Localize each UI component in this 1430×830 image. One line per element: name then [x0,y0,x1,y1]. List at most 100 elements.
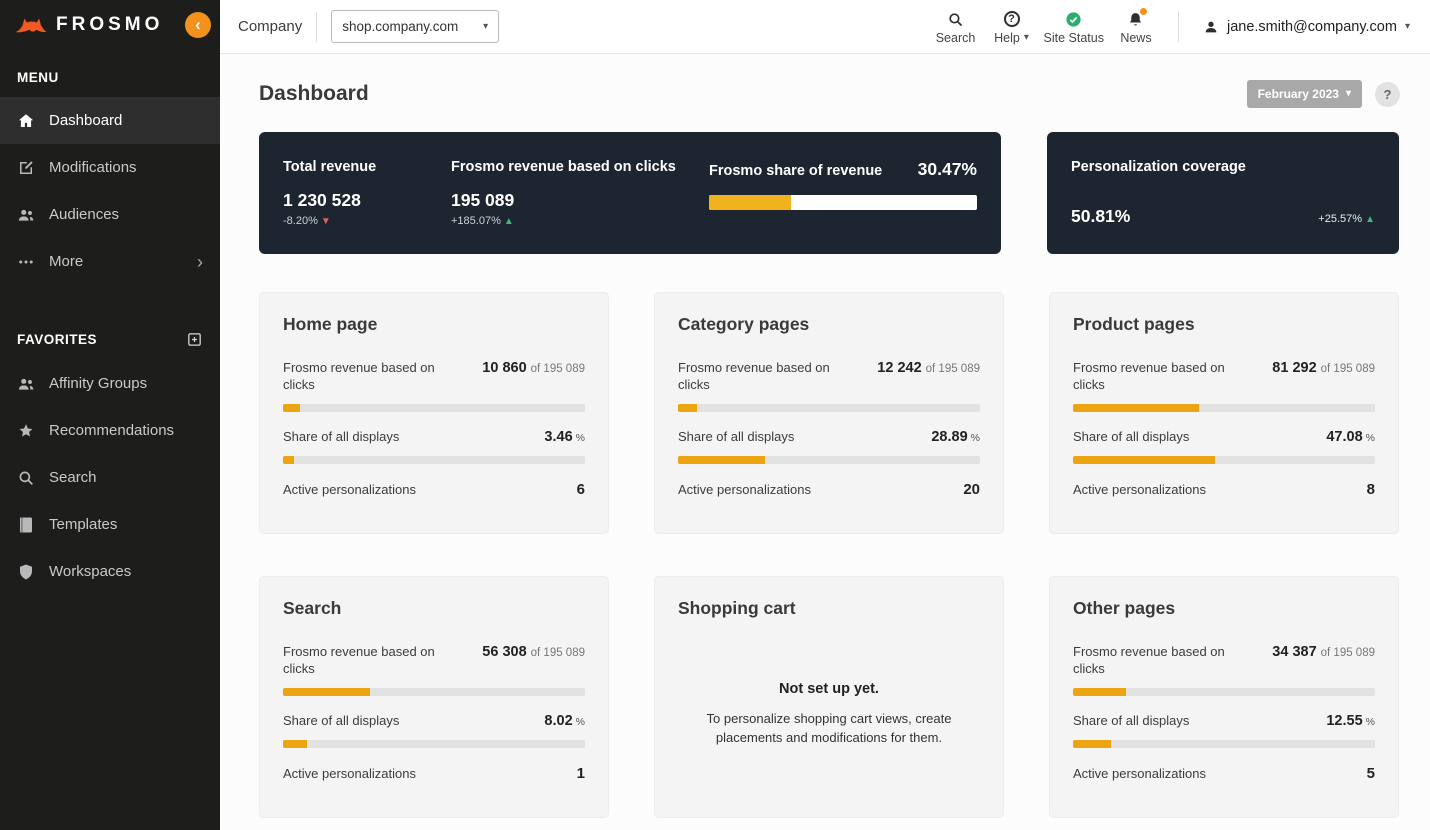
topbar-actions: Search ? Help ▾ Site Status News jane.sm… [928,8,1410,45]
news-label: News [1120,31,1152,45]
share-bar [1073,739,1375,748]
topbar-help-button[interactable]: ? Help ▾ [984,8,1040,45]
arrow-up-icon: ▲ [503,216,514,227]
app: FROSMO ‹ MENU Dashboard Modifications Au… [0,0,1430,830]
share-bar-fill [1073,739,1112,748]
share-metric-label: Share of all displays [283,428,400,444]
active-metric-value: 5 [1366,764,1375,782]
coverage-delta: +25.57% ▲ [1318,213,1375,225]
revenue-metric-label: Frosmo revenue based on clicks [678,360,830,392]
sidebar-item-label: Audiences [49,206,120,223]
sidebar-item-label: Dashboard [49,112,123,129]
card-category-pages: Category pages Frosmo revenue based on c… [654,292,1004,534]
card-title: Search [283,598,342,618]
share-metric-value: 3.46% [544,428,585,445]
arrow-up-icon: ▲ [1365,214,1375,225]
share-metric-label: Share of all displays [283,712,400,728]
menu-heading: MENU [17,70,59,85]
favorites-menu: Affinity Groups Recommendations Search T… [0,360,220,595]
empty-state-title: Not set up yet. [779,681,879,697]
card-title: Category pages [678,314,810,334]
revenue-bar-fill [1073,403,1199,412]
share-bar [283,455,585,464]
share-bar-fill [283,455,294,464]
coverage-label: Personalization coverage [1071,159,1246,175]
revenue-metric-value: 12 242 of 195 089 [877,360,980,376]
share-bar-fill [678,455,766,464]
sidebar-item-more[interactable]: More › [0,238,220,285]
sidebar-item-workspaces[interactable]: Workspaces [0,548,220,595]
favorites-heading: FAVORITES [0,311,220,360]
summary-row: Total revenue 1 230 528 -8.20% ▼ Frosmo … [259,132,1400,254]
share-of-revenue-bar-fill [709,195,791,210]
topbar-divider [316,11,318,42]
sidebar-item-label: More [49,253,84,270]
share-metric-label: Share of all displays [678,428,795,444]
page-help-button[interactable]: ? [1375,81,1400,107]
add-favorite-icon[interactable] [186,331,203,348]
chevron-right-icon: › [197,251,203,272]
sidebar-item-templates[interactable]: Templates [0,501,220,548]
frosmo-revenue-label: Frosmo revenue based on clicks [451,159,676,175]
topbar-site-status-button[interactable]: Site Status [1040,8,1108,45]
sidebar-item-label: Affinity Groups [49,375,148,392]
share-metric-value: 28.89% [931,428,980,445]
chevron-down-icon: ▾ [1023,32,1029,43]
topbar-news-button[interactable]: News [1108,8,1164,45]
page-cards-grid: Home page Frosmo revenue based on clicks… [259,292,1400,818]
active-metric-value: 8 [1366,480,1375,498]
card-other-pages: Other pages Frosmo revenue based on clic… [1049,576,1399,818]
card-title: Shopping cart [678,598,796,618]
period-label: February 2023 [1257,87,1339,101]
search-icon [17,469,35,487]
sidebar-item-audiences[interactable]: Audiences [0,191,220,238]
sidebar-item-affinity-groups[interactable]: Affinity Groups [0,360,220,407]
revenue-metric-label: Frosmo revenue based on clicks [1073,644,1225,676]
search-icon [947,10,964,28]
share-of-revenue-label: Frosmo share of revenue [709,163,883,179]
revenue-bar-fill [1073,687,1127,696]
status-check-icon [1065,10,1082,28]
book-icon [17,516,35,534]
share-bar [678,455,980,464]
share-bar [283,739,585,748]
revenue-metric-label: Frosmo revenue based on clicks [283,644,435,676]
revenue-metric-value: 10 860 of 195 089 [482,360,585,376]
sidebar-item-label: Modifications [49,159,137,176]
share-metric-value: 12.55% [1326,712,1375,729]
total-revenue-delta: -8.20% ▼ [283,215,331,227]
revenue-metric-value: 56 308 of 195 089 [482,644,585,660]
frosmo-logo-text: FROSMO [56,14,164,35]
user-email: jane.smith@company.com [1226,18,1397,35]
revenue-bar [1073,687,1375,696]
total-revenue-label: Total revenue [283,159,377,175]
share-metric-label: Share of all displays [1073,712,1190,728]
sidebar-collapse-button[interactable]: ‹ [185,12,211,38]
sidebar-item-dashboard[interactable]: Dashboard [0,97,220,144]
chevron-down-icon: ▾ [1404,20,1410,32]
user-icon [1203,19,1219,35]
share-of-revenue-bar [709,195,977,210]
topbar-search-button[interactable]: Search [928,8,984,45]
arrow-down-icon: ▼ [320,216,331,227]
card-home-page: Home page Frosmo revenue based on clicks… [259,292,609,534]
user-menu[interactable]: jane.smith@company.com ▾ [1203,19,1410,35]
sidebar-item-modifications[interactable]: Modifications [0,144,220,191]
revenue-bar [283,403,585,412]
site-select[interactable]: shop.company.com ▾ [331,10,500,43]
topbar: Company shop.company.com ▾ Search ? Help… [220,0,1430,54]
frosmo-fox-icon [14,15,48,36]
active-metric-label: Active personalizations [283,765,416,781]
chevron-down-icon: ▾ [483,20,489,32]
people-icon [17,206,35,224]
active-metric-value: 20 [963,480,980,498]
revenue-metric-value: 34 387 of 195 089 [1272,644,1375,660]
sidebar-item-recommendations[interactable]: Recommendations [0,407,220,454]
card-product-pages: Product pages Frosmo revenue based on cl… [1049,292,1399,534]
sidebar-item-search[interactable]: Search [0,454,220,501]
share-metric-value: 8.02% [544,712,585,729]
help-label: Help [994,31,1020,45]
period-selector-button[interactable]: February 2023 ▾ [1246,80,1362,108]
logo-row: FROSMO ‹ [0,0,220,50]
star-icon [17,422,35,440]
